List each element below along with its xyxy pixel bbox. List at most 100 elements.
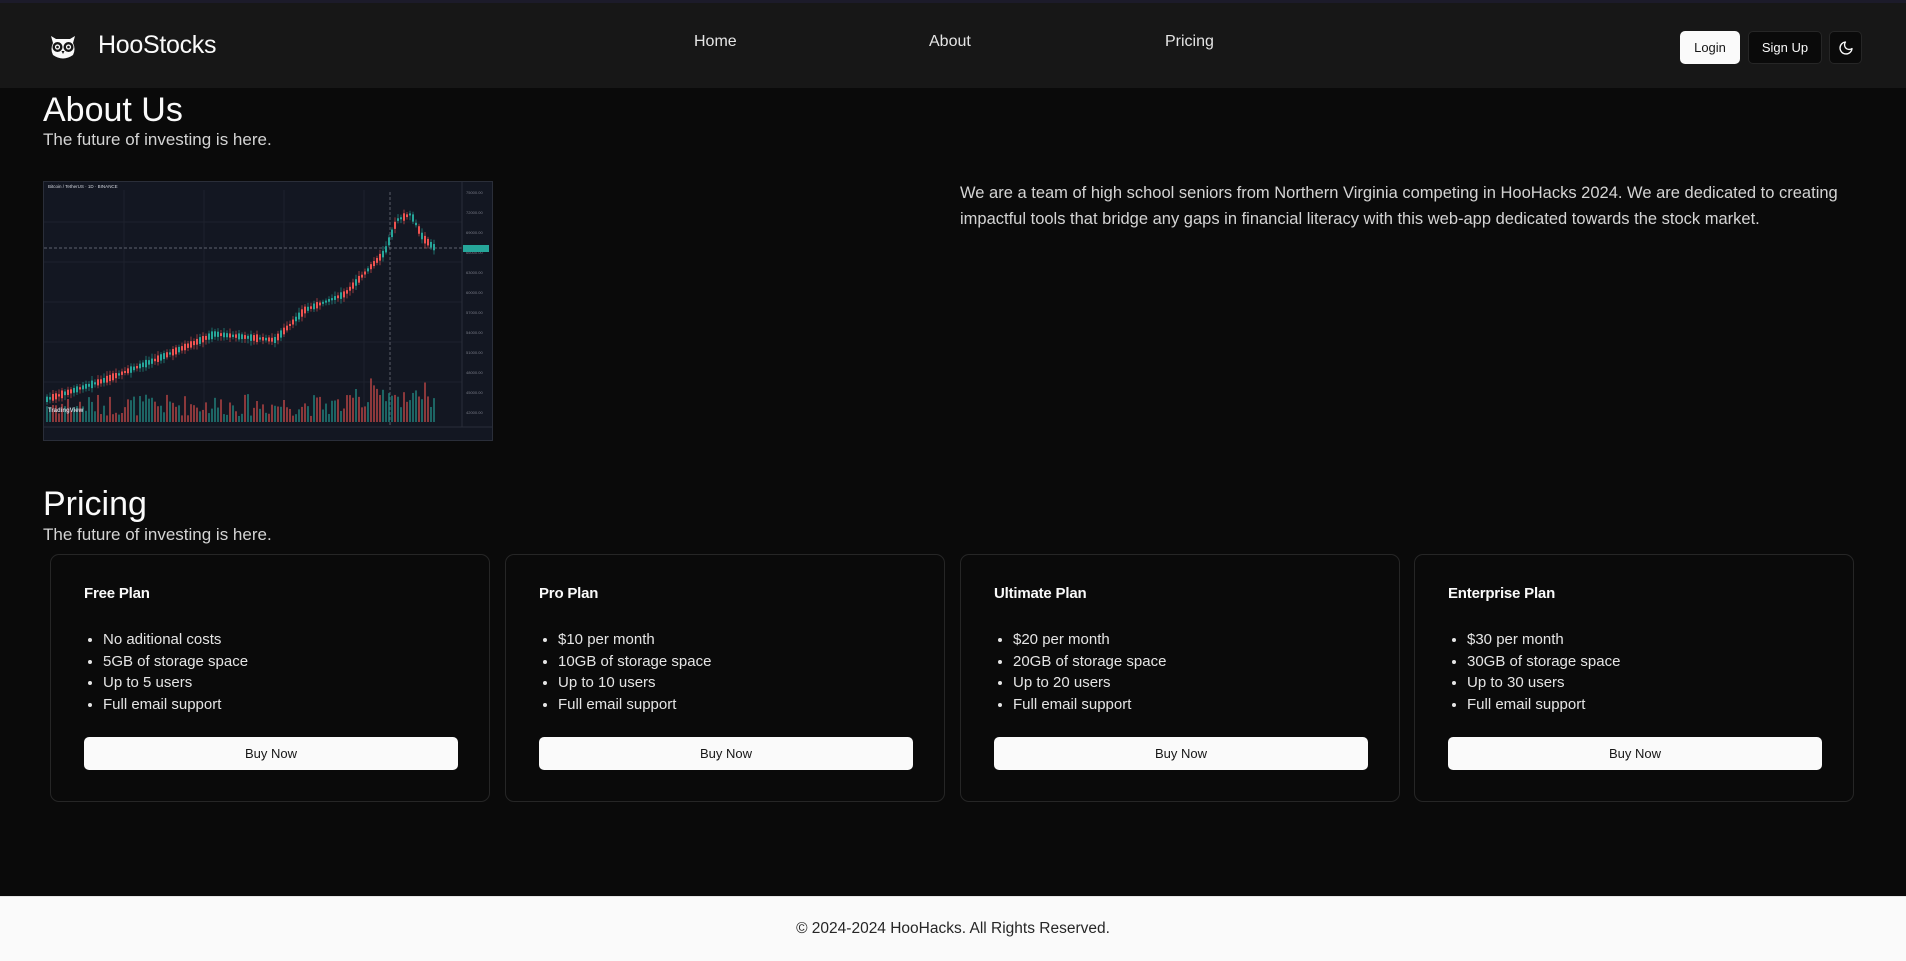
plan-name: Enterprise Plan (1448, 585, 1556, 602)
volume-bar (112, 414, 114, 422)
candlestick-chart-graphic: Bitcoin / TetherUS · 1D · BINANCE 75000.… (44, 182, 492, 440)
candle-body (217, 331, 219, 337)
volume-bar (424, 382, 426, 422)
buy-now-button-pro[interactable]: Buy Now (539, 737, 913, 770)
volume-bar (421, 399, 423, 422)
signup-button[interactable]: Sign Up (1748, 31, 1822, 64)
buy-now-button-enterprise[interactable]: Buy Now (1448, 737, 1822, 770)
svg-text:51000.00: 51000.00 (466, 350, 483, 355)
candle-body (268, 337, 270, 342)
candle-body (394, 221, 396, 229)
feature-item: Up to 30 users (1467, 672, 1620, 694)
volume-bar (106, 415, 108, 422)
candle-body (322, 301, 324, 304)
volume-bar (226, 414, 228, 422)
candle-body (226, 333, 228, 338)
candle-body (367, 268, 369, 272)
candle-body (202, 336, 204, 343)
candle-body (142, 362, 144, 368)
feature-item: Up to 20 users (1013, 672, 1166, 694)
svg-text:72000.00: 72000.00 (466, 210, 483, 215)
volume-bar (157, 406, 159, 422)
feature-item: Up to 5 users (103, 672, 248, 694)
candle-body (271, 337, 273, 342)
candle-body (406, 214, 408, 218)
candle-body (115, 372, 117, 379)
candle-body (97, 379, 99, 386)
volume-bar (85, 410, 87, 422)
candle-body (379, 253, 381, 261)
volume-bar (325, 403, 327, 422)
about-title: About Us (43, 91, 183, 129)
svg-text:45000.00: 45000.00 (466, 390, 483, 395)
feature-item: 10GB of storage space (558, 651, 711, 673)
nav-home[interactable]: Home (694, 33, 737, 51)
candle-body (82, 385, 84, 390)
pricing-card-enterprise: Enterprise Plan $30 per month 30GB of st… (1414, 554, 1854, 802)
volume-bar (91, 401, 93, 422)
pricing-card-free: Free Plan No aditional costs 5GB of stor… (50, 554, 490, 802)
candle-body (103, 377, 105, 383)
volume-bar (268, 413, 270, 422)
volume-bar (346, 395, 348, 422)
volume-bar (382, 389, 384, 422)
candle-body (166, 352, 168, 358)
candle-body (400, 217, 402, 220)
nav-pricing[interactable]: Pricing (1165, 33, 1214, 51)
buy-now-button-free[interactable]: Buy Now (84, 737, 458, 770)
moon-icon (1838, 40, 1853, 55)
feature-item: Full email support (1013, 694, 1166, 716)
candle-body (328, 299, 330, 302)
volume-bar (196, 407, 198, 422)
buy-now-button-ultimate[interactable]: Buy Now (994, 737, 1368, 770)
candle-body (229, 333, 231, 338)
owl-logo-icon[interactable] (46, 29, 80, 63)
svg-text:54000.00: 54000.00 (466, 330, 483, 335)
volume-bar (277, 406, 279, 422)
candle-body (433, 244, 435, 251)
candle-body (136, 365, 138, 369)
volume-bar (220, 399, 222, 422)
candle-body (106, 375, 108, 383)
volume-bar (337, 399, 339, 422)
volume-bar (250, 415, 252, 422)
volume-bar (208, 413, 210, 422)
volume-bar (217, 407, 219, 422)
volume-bar (142, 401, 144, 422)
volume-bar (256, 401, 258, 422)
volume-bar (355, 388, 357, 422)
volume-bar (190, 404, 192, 422)
feature-item: 20GB of storage space (1013, 651, 1166, 673)
chart-image-header: Bitcoin / TetherUS · 1D · BINANCE (48, 184, 118, 189)
candle-body (193, 341, 195, 346)
volume-bar (109, 396, 111, 422)
volume-bar (367, 402, 369, 422)
nav-about[interactable]: About (929, 33, 971, 51)
candle-body (121, 371, 123, 375)
candle-body (196, 338, 198, 345)
pricing-card-pro: Pro Plan $10 per month 10GB of storage s… (505, 554, 945, 802)
candle-body (244, 335, 246, 339)
volume-bar (244, 394, 246, 422)
candle-body (145, 359, 147, 368)
candle-body (337, 295, 339, 299)
volume-bar (343, 408, 345, 422)
login-button[interactable]: Login (1680, 31, 1740, 64)
volume-bar (322, 409, 324, 422)
candle-body (418, 226, 420, 234)
svg-text:57000.00: 57000.00 (466, 310, 483, 315)
volume-bar (187, 415, 189, 422)
theme-toggle-button[interactable] (1829, 31, 1862, 64)
candle-body (127, 368, 129, 374)
volume-bar (286, 407, 288, 422)
pricing-title: Pricing (43, 485, 147, 523)
feature-item: Full email support (558, 694, 711, 716)
volume-bar (166, 394, 168, 422)
candle-body (352, 282, 354, 289)
volume-bar (313, 395, 315, 422)
brand-name[interactable]: HooStocks (98, 31, 216, 60)
candle-body (61, 390, 63, 399)
candle-body (256, 334, 258, 343)
svg-text:75000.00: 75000.00 (466, 190, 483, 195)
candle-body (181, 346, 183, 351)
